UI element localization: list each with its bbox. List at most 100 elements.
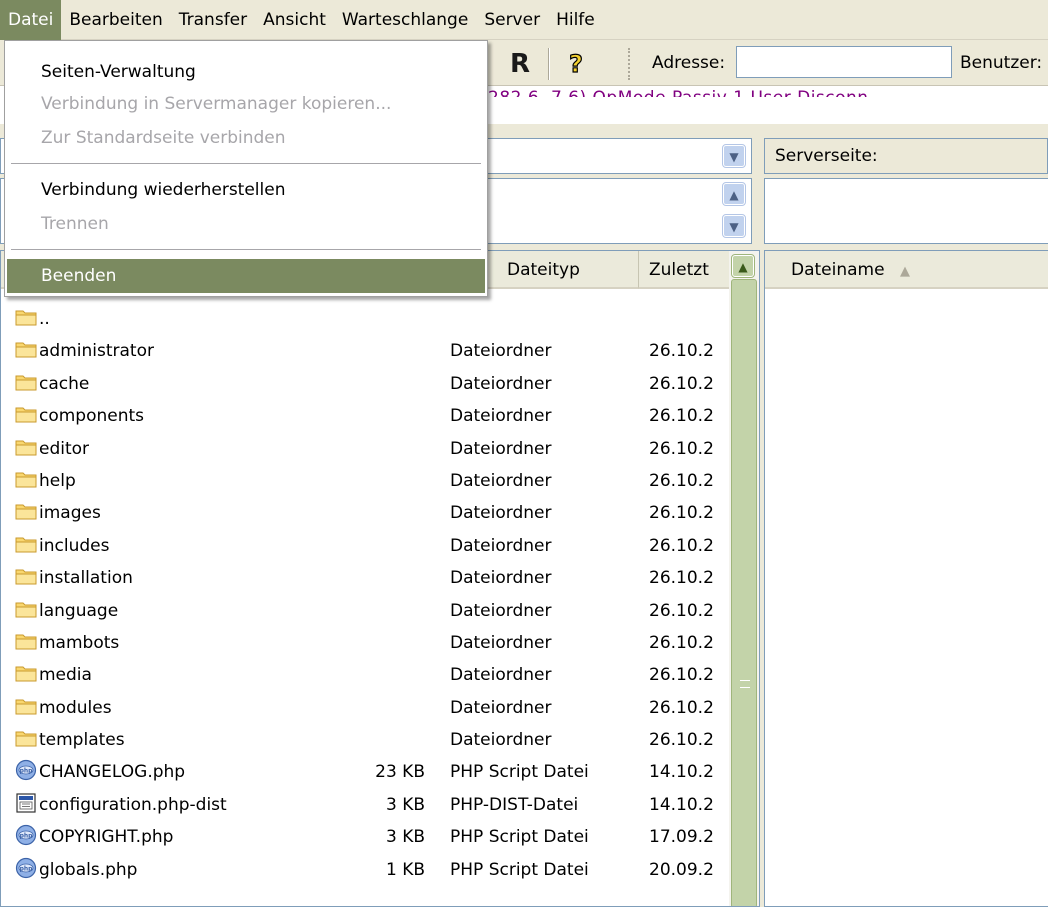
file-size: 23 KB <box>375 762 425 783</box>
file-date: 26.10.2 <box>649 470 714 491</box>
menu-separator-2 <box>11 249 481 251</box>
menu-item-reconnect[interactable]: Verbindung wiederherstellen <box>7 173 485 207</box>
file-type: Dateiordner <box>450 503 552 524</box>
menu-item-copy-to-servermanager[interactable]: Verbindung in Servermanager kopieren... <box>7 87 485 121</box>
file-date: 26.10.2 <box>649 600 714 621</box>
scrollbar-thumb[interactable] <box>731 279 757 906</box>
file-date: 26.10.2 <box>649 632 714 653</box>
scroll-up-icon[interactable]: ▲ <box>731 254 755 278</box>
file-type: PHP Script Datei <box>450 827 589 848</box>
menu-transfer[interactable]: Transfer <box>171 0 255 40</box>
file-date: 26.10.2 <box>649 373 714 394</box>
file-date: 26.10.2 <box>649 438 714 459</box>
file-type: Dateiordner <box>450 665 552 686</box>
folder-icon <box>15 504 37 520</box>
menu-bearbeiten[interactable]: Bearbeiten <box>61 0 170 40</box>
column-header-modified[interactable]: Zuletzt <box>639 251 729 289</box>
table-row[interactable]: modules Dateiordner 26.10.2 <box>1 692 733 724</box>
file-date: 26.10.2 <box>649 568 714 589</box>
table-row[interactable]: images Dateiordner 26.10.2 <box>1 497 733 529</box>
table-row[interactable]: cache Dateiordner 26.10.2 <box>1 368 733 400</box>
table-row[interactable]: administrator Dateiordner 26.10.2 <box>1 335 733 367</box>
address-input[interactable] <box>736 46 952 78</box>
file-type: Dateiordner <box>450 600 552 621</box>
file-name-text: configuration.php-dist <box>39 794 227 815</box>
file-name-text: editor <box>39 438 90 459</box>
file-size: 3 KB <box>385 794 425 815</box>
reconnect-button[interactable]: R <box>504 49 536 79</box>
table-row[interactable]: templates Dateiordner 26.10.2 <box>1 724 733 756</box>
table-row[interactable]: language Dateiordner 26.10.2 <box>1 595 733 627</box>
svg-text:php: php <box>20 768 34 775</box>
file-date: 17.09.2 <box>649 827 714 848</box>
folder-icon <box>15 375 37 391</box>
file-size: 1 KB <box>385 859 425 880</box>
menu-item-site-manager[interactable]: Seiten-Verwaltung <box>7 55 485 89</box>
file-date: 26.10.2 <box>649 503 714 524</box>
column-header-remote-filename[interactable]: Dateiname ▲ <box>765 251 1048 289</box>
php-file-icon: php <box>15 760 37 781</box>
table-row[interactable]: editor Dateiordner 26.10.2 <box>1 433 733 465</box>
menu-datei[interactable]: Datei <box>0 0 62 40</box>
file-name-text: media <box>39 665 92 686</box>
menu-item-disconnect[interactable]: Trennen <box>7 207 485 241</box>
file-name-text: includes <box>39 535 110 556</box>
file-type: Dateiordner <box>450 632 552 653</box>
file-type: Dateiordner <box>450 730 552 751</box>
menu-ansicht[interactable]: Ansicht <box>255 0 334 40</box>
table-row[interactable]: php CHANGELOG.php 23 KB PHP Script Datei 14.… <box>1 756 733 788</box>
file-name: php CHANGELOG.php <box>15 756 375 788</box>
file-name-text: administrator <box>39 341 154 362</box>
table-row[interactable]: help Dateiordner 26.10.2 <box>1 465 733 497</box>
file-type: Dateiordner <box>450 406 552 427</box>
menu-server[interactable]: Server <box>476 0 548 40</box>
vertical-scrollbar[interactable]: ▲ <box>729 251 759 906</box>
table-row[interactable]: .. <box>1 303 733 335</box>
table-row[interactable]: php globals.php 1 KB PHP Script Datei 20.09.… <box>1 854 733 886</box>
local-file-list[interactable]: Dateityp Zuletzt .. administrator Dateiord… <box>0 250 760 907</box>
log-line: 282,6, 7,6) OpMode Passiv 1 User Disconn <box>488 88 869 108</box>
file-name: installation <box>15 562 375 594</box>
help-button[interactable]: ? <box>560 49 592 79</box>
file-name: configuration.php-dist <box>15 789 375 821</box>
file-name-text: CHANGELOG.php <box>39 762 186 783</box>
file-date: 14.10.2 <box>649 762 714 783</box>
remote-path-combo[interactable] <box>906 138 1048 174</box>
table-row[interactable]: configuration.php-dist 3 KB PHP-DIST-Datei… <box>1 789 733 821</box>
help-question-icon: ? <box>568 49 583 78</box>
folder-icon <box>15 569 37 585</box>
table-row[interactable]: mambots Dateiordner 26.10.2 <box>1 627 733 659</box>
menu-warteschlange[interactable]: Warteschlange <box>334 0 476 40</box>
menu-item-connect-default[interactable]: Zur Standardseite verbinden <box>7 121 485 155</box>
file-name: media <box>15 659 375 691</box>
svg-text:php: php <box>20 865 34 872</box>
file-name-text: mambots <box>39 632 120 653</box>
tree-scroll-up-icon[interactable]: ▲ <box>722 182 746 206</box>
column-header-filetype[interactable]: Dateityp <box>497 251 639 289</box>
file-name-text: templates <box>39 730 125 751</box>
menu-item-exit[interactable]: Beenden <box>7 259 485 293</box>
file-name: images <box>15 497 375 529</box>
file-type: Dateiordner <box>450 568 552 589</box>
php-file-icon: php <box>15 825 37 846</box>
combo-dropdown-icon[interactable]: ▼ <box>722 144 746 168</box>
table-row[interactable]: php COPYRIGHT.php 3 KB PHP Script Datei 17.0… <box>1 821 733 853</box>
menu-hilfe[interactable]: Hilfe <box>548 0 603 40</box>
file-type: Dateiordner <box>450 535 552 556</box>
remote-tree[interactable] <box>764 178 1048 244</box>
folder-icon <box>15 407 37 423</box>
remote-file-list[interactable]: Dateiname ▲ <box>764 250 1048 907</box>
file-name-text: language <box>39 600 119 621</box>
sort-ascending-icon: ▲ <box>899 264 910 279</box>
table-row[interactable]: media Dateiordner 26.10.2 <box>1 659 733 691</box>
file-type: Dateiordner <box>450 373 552 394</box>
table-row[interactable]: installation Dateiordner 26.10.2 <box>1 562 733 594</box>
file-type: Dateiordner <box>450 341 552 362</box>
tree-scroll-down-icon[interactable]: ▼ <box>722 214 746 238</box>
user-label: Benutzer: <box>960 53 1043 73</box>
table-row[interactable]: components Dateiordner 26.10.2 <box>1 400 733 432</box>
file-date: 26.10.2 <box>649 406 714 427</box>
table-row[interactable]: includes Dateiordner 26.10.2 <box>1 530 733 562</box>
file-name: .. <box>15 303 375 335</box>
file-name-text: components <box>39 406 145 427</box>
